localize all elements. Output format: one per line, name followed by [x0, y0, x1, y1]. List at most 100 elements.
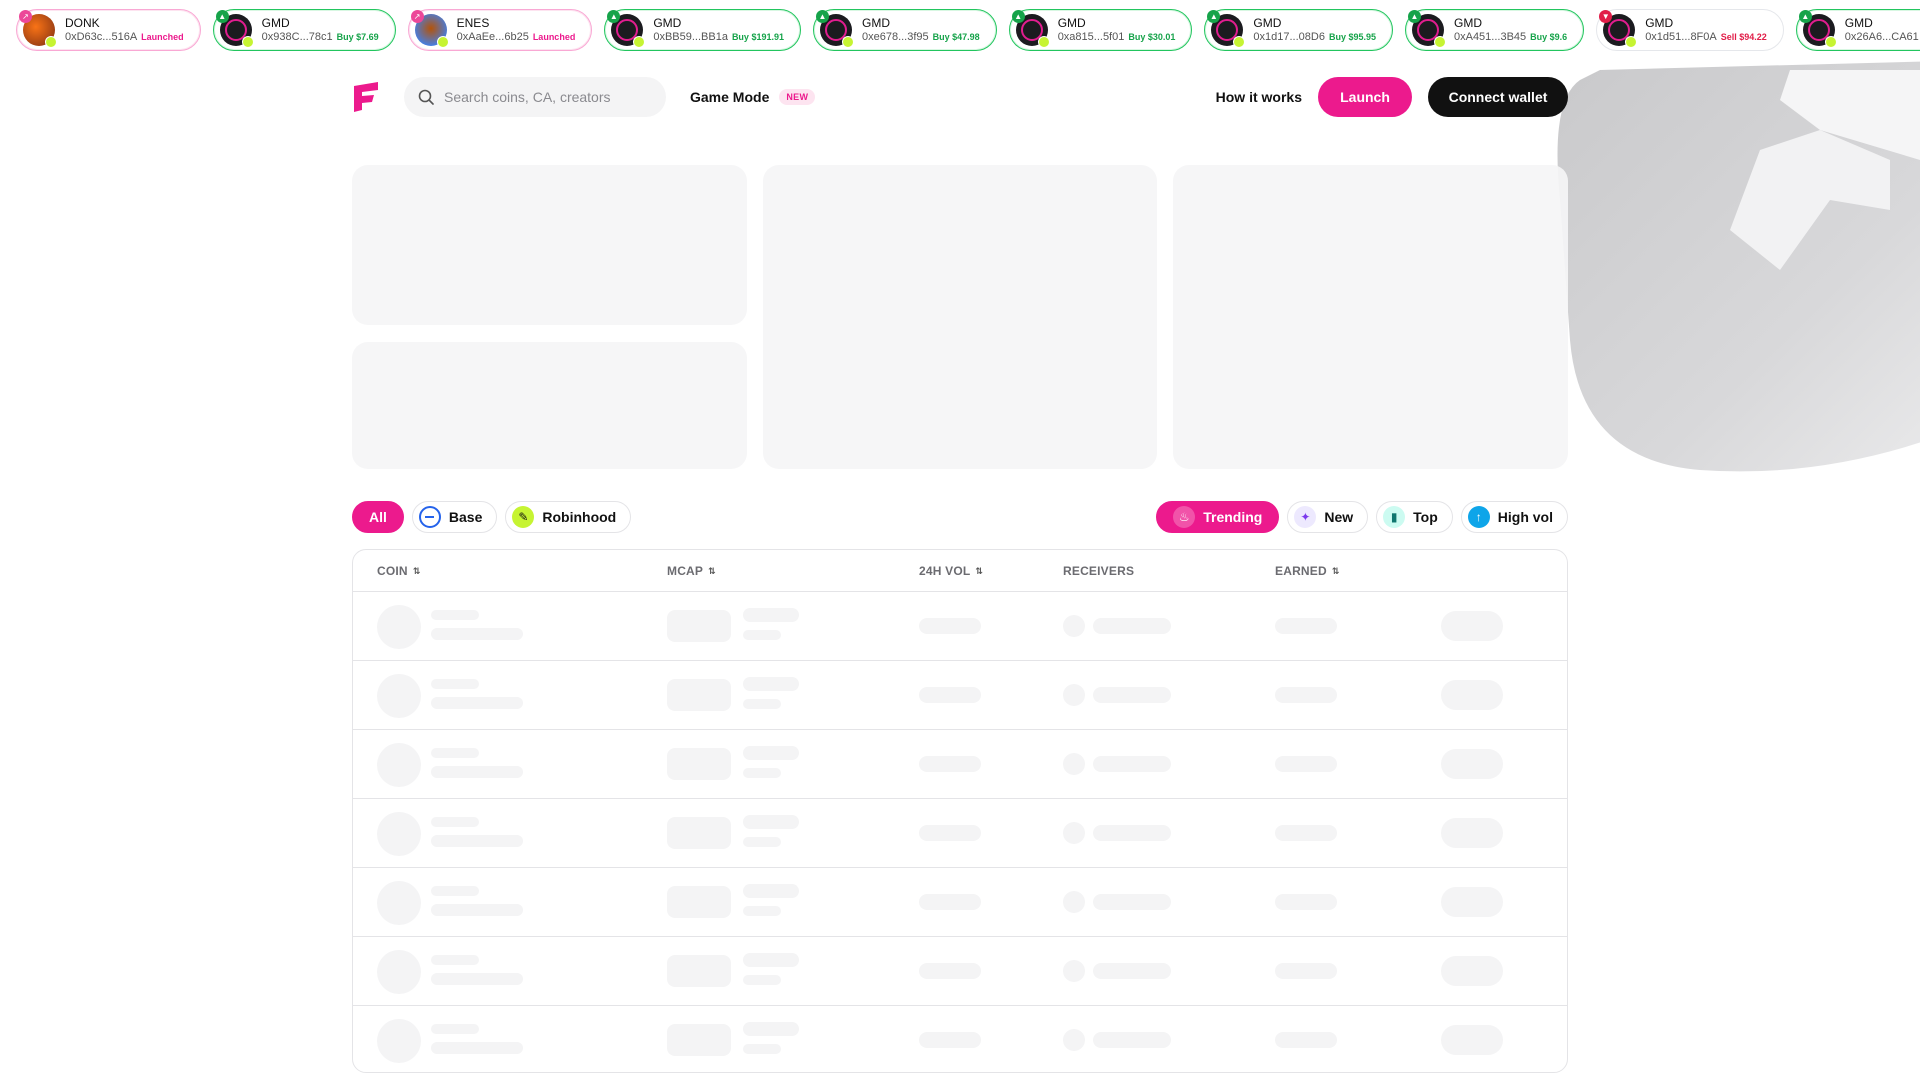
table-row[interactable]	[353, 661, 1567, 730]
ticker-text: GMD 0x1d17...08D6 Buy $95.95	[1253, 16, 1376, 44]
skeleton-name	[431, 1024, 479, 1034]
skeleton-earned	[1275, 687, 1337, 703]
skeleton-mcap-sub	[743, 699, 781, 709]
skeleton-earned	[1275, 894, 1337, 910]
column-header-coin[interactable]: COIN ⇅	[377, 564, 421, 578]
search-input[interactable]	[444, 89, 644, 105]
filter-label: New	[1324, 509, 1354, 525]
skeleton-mcap-change	[743, 815, 799, 829]
ticker-item[interactable]: ↗ ENES 0xAaEe...6b25 Launched	[407, 9, 593, 51]
ticker-item[interactable]: ▲ GMD 0xe678...3f95 Buy $47.98	[812, 9, 997, 51]
sparkle-icon: ✦	[1294, 506, 1317, 528]
column-header-24h-vol[interactable]: 24H VOL ⇅	[919, 564, 983, 578]
launch-button[interactable]: Launch	[1318, 77, 1412, 117]
ticker-text: DONK 0xD63c...516A Launched	[65, 16, 184, 44]
ticker-line: 0x938C...78c1 Buy $7.69	[262, 31, 379, 44]
table-row[interactable]	[353, 937, 1567, 1006]
skeleton-receivers	[1093, 825, 1171, 841]
chain-badge-icon	[1625, 36, 1638, 48]
ticker-line: 0xBB59...BB1a Buy $191.91	[653, 31, 784, 44]
coin-avatar: ▲	[1207, 10, 1246, 48]
how-it-works-link[interactable]: How it works	[1216, 89, 1302, 105]
filter-robinhood[interactable]: ✎ Robinhood	[505, 501, 632, 533]
ticker-action: Launched	[141, 31, 184, 42]
ticker-text: GMD 0x1d51...8F0A Sell $94.22	[1645, 16, 1767, 44]
ticker-line: 0x1d51...8F0A Sell $94.22	[1645, 31, 1767, 44]
ticker-item[interactable]: ▲ GMD 0xBB59...BB1a Buy $191.91	[604, 9, 801, 51]
skeleton-mcap	[667, 748, 731, 780]
skeleton-action	[1441, 611, 1503, 641]
ticker-item[interactable]: ▲ GMD 0x1d17...08D6 Buy $95.95	[1204, 9, 1393, 51]
skeleton-receiver-avatar	[1063, 822, 1085, 844]
brand-logo[interactable]	[352, 82, 380, 112]
ticker-text: GMD 0xBB59...BB1a Buy $191.91	[653, 16, 784, 44]
table-row[interactable]	[353, 592, 1567, 661]
column-header-earned[interactable]: EARNED ⇅	[1275, 564, 1340, 578]
skeleton-avatar	[377, 812, 421, 856]
ticker-address: 0xe678...3f95	[861, 30, 929, 43]
coin-avatar: ▲	[1798, 10, 1837, 48]
filter-base[interactable]: Base	[411, 501, 498, 533]
skeleton-mcap	[667, 955, 731, 987]
table-header: COIN ⇅ MCAP ⇅ 24H VOL ⇅ RECEIVERS EARNED ⇅	[353, 550, 1567, 592]
ticker-address: 0xAaEe...6b25	[456, 30, 529, 43]
ticker-item[interactable]: ↗ DONK 0xD63c...516A Launched	[16, 9, 201, 51]
filter-top[interactable]: ▮ Top	[1376, 501, 1453, 533]
skeleton-avatar	[377, 950, 421, 994]
skeleton-mcap	[667, 886, 731, 918]
coin-avatar: ▲	[1407, 10, 1446, 48]
skeleton-action	[1441, 1025, 1503, 1055]
coin-avatar: ▼	[1599, 10, 1638, 48]
filter-trending[interactable]: ♨ Trending	[1156, 501, 1280, 533]
chain-badge-icon	[841, 36, 854, 48]
search-bar[interactable]	[404, 77, 666, 117]
ticker-symbol: GMD	[261, 16, 290, 31]
coin-avatar: ▲	[607, 10, 646, 48]
skeleton-action	[1441, 818, 1503, 848]
ticker-item[interactable]: ▲ GMD 0xA451...3B45 Buy $9.6	[1404, 9, 1585, 51]
filter-all[interactable]: All	[352, 501, 404, 533]
ticker-action: Buy $95.95	[1328, 31, 1376, 42]
filter-high-vol[interactable]: ↑ High vol	[1460, 501, 1568, 533]
sort-icon: ⇅	[708, 565, 716, 576]
table-row[interactable]	[353, 1006, 1567, 1072]
ticker-item[interactable]: ▲ GMD 0x938C...78c1 Buy $7.69	[212, 9, 396, 51]
skeleton-receiver-avatar	[1063, 960, 1085, 982]
ticker-line: 0xAaEe...6b25 Launched	[457, 31, 576, 44]
ticker-symbol: GMD	[1453, 16, 1482, 31]
ticker-action: Buy $9.6	[1530, 31, 1568, 42]
game-mode-link[interactable]: Game Mode NEW	[690, 89, 816, 105]
column-label: COIN	[377, 564, 408, 578]
skeleton-receiver-avatar	[1063, 891, 1085, 913]
ticker-item[interactable]: ▼ GMD 0x1d51...8F0A Sell $94.22	[1596, 9, 1784, 51]
ticker-item[interactable]: ▲ GMD0x26A6...CA61Buy $	[1795, 9, 1920, 51]
ticker-item[interactable]: ▲ GMD 0xa815...5f01 Buy $30.01	[1008, 9, 1193, 51]
column-header-mcap[interactable]: MCAP ⇅	[667, 564, 716, 578]
table-row[interactable]	[353, 868, 1567, 937]
connect-wallet-button[interactable]: Connect wallet	[1428, 77, 1568, 117]
coins-table: COIN ⇅ MCAP ⇅ 24H VOL ⇅ RECEIVERS EARNED ⇅	[352, 549, 1568, 1073]
skeleton-address	[431, 973, 523, 985]
filter-label: Trending	[1203, 509, 1263, 525]
ticker-action: Buy $30.01	[1128, 31, 1176, 42]
skeleton-earned	[1275, 1032, 1337, 1048]
ticker-text: GMD 0xA451...3B45 Buy $9.6	[1454, 16, 1567, 44]
skeleton-address	[431, 1042, 523, 1054]
column-label: RECEIVERS	[1063, 564, 1135, 578]
chain-filter-group: All Base ✎ Robinhood	[352, 501, 639, 533]
table-row[interactable]	[353, 730, 1567, 799]
ticker-symbol: ENES	[456, 16, 490, 31]
skeleton-receivers	[1093, 618, 1171, 634]
skeleton-mcap	[667, 679, 731, 711]
table-row[interactable]	[353, 799, 1567, 868]
skeleton-mcap-sub	[743, 768, 781, 778]
skeleton-mcap-change	[743, 746, 799, 760]
skeleton-earned	[1275, 825, 1337, 841]
skeleton-volume	[919, 1032, 981, 1048]
ticker-line: 0xa815...5f01 Buy $30.01	[1058, 31, 1176, 44]
filter-new[interactable]: ✦ New	[1287, 501, 1369, 533]
skeleton-card	[1173, 165, 1568, 469]
skeleton-mcap-change	[743, 677, 799, 691]
chain-badge-icon	[45, 36, 57, 48]
column-label: EARNED	[1275, 564, 1327, 578]
